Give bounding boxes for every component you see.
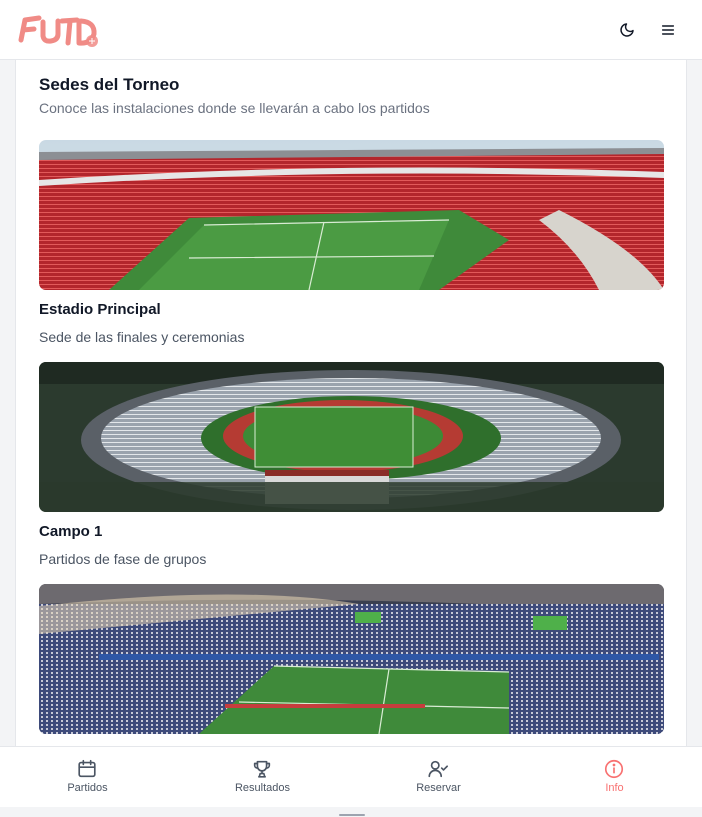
- venue-description: Partidos de fase de grupos: [39, 551, 207, 567]
- section-title: Sedes del Torneo: [39, 75, 180, 94]
- venue-image-campo-1[interactable]: [39, 362, 664, 512]
- user-check-icon: [428, 760, 448, 778]
- section-subtitle: Conoce las instalaciones donde se llevar…: [39, 100, 430, 116]
- menu-button[interactable]: [655, 17, 681, 43]
- nav-label: Info: [605, 782, 624, 794]
- theme-toggle-button[interactable]: [614, 17, 640, 43]
- futd-logo-icon[interactable]: [15, 10, 101, 52]
- bottom-navigation: Partidos Resultados Reservar Info: [0, 746, 702, 807]
- venue-name: Campo 1: [39, 523, 103, 540]
- venue-image-third[interactable]: [39, 584, 664, 734]
- nav-item-resultados[interactable]: Resultados: [175, 747, 350, 808]
- nav-item-partidos[interactable]: Partidos: [0, 747, 175, 808]
- calendar-icon: [78, 759, 96, 778]
- info-icon: [604, 759, 624, 779]
- nav-item-info[interactable]: Info: [527, 747, 702, 808]
- venue-name: Estadio Principal: [39, 301, 161, 318]
- nav-label: Resultados: [234, 782, 291, 794]
- home-indicator[interactable]: [339, 814, 365, 816]
- nav-label: Reservar: [416, 782, 461, 794]
- app-header: [0, 0, 702, 60]
- hamburger-menu-icon: [661, 25, 675, 35]
- system-gesture-area: [0, 807, 702, 817]
- nav-label: Partidos: [67, 782, 108, 794]
- trophy-icon: [253, 760, 271, 778]
- venue-description: Sede de las finales y ceremonias: [39, 329, 245, 345]
- venue-image-estadio-principal[interactable]: [39, 140, 664, 290]
- venues-card: Sedes del Torneo Conoce las instalacione…: [15, 60, 687, 746]
- nav-item-reservar[interactable]: Reservar: [351, 747, 526, 808]
- moon-icon: [620, 23, 634, 37]
